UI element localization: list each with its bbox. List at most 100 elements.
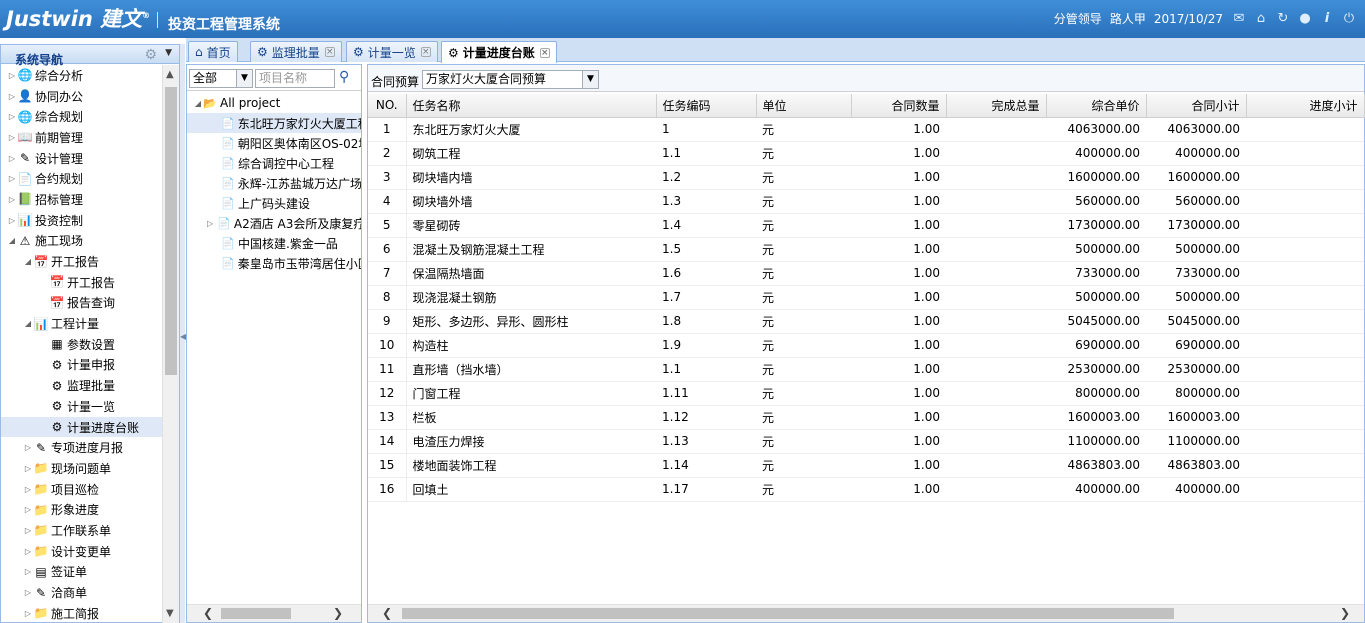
project-item[interactable]: 📄 中国核建.紫金一品 [187,233,361,253]
expand-icon[interactable]: ▷ [23,567,33,576]
project-item[interactable]: 📄 永辉-江苏盐城万达广场 [187,173,361,193]
project-item[interactable]: 📄 综合调控中心工程 [187,153,361,173]
close-icon[interactable]: × [539,47,550,58]
gear-icon[interactable]: ⚙ [144,47,157,63]
table-row[interactable]: 10 构造柱 1.9 元 1.00 690000.00 690000.00 [368,333,1364,358]
expand-icon[interactable]: ▷ [7,92,17,101]
table-row[interactable]: 1 东北旺万家灯火大厦 1 元 1.00 4063000.00 4063000.00 [368,117,1364,142]
sidebar-item-design[interactable]: ▷ ✎ 设计管理 [1,148,163,169]
table-row[interactable]: 9 矩形、多边形、异形、圆形柱 1.8 元 1.00 5045000.00 5045000.… [368,309,1364,334]
scrollbar-thumb[interactable] [221,608,291,619]
expand-icon[interactable]: ▷ [23,464,33,473]
budget-select[interactable]: 万家灯火大厦合同预算 ▼ [422,70,599,89]
table-row[interactable]: 5 零星砌砖 1.4 元 1.00 1730000.00 1730000.00 [368,213,1364,238]
sidebar-item-start-report-group[interactable]: ◢ 📅 开工报告 [1,251,163,272]
refresh-icon[interactable]: ↻ [1275,11,1291,27]
chevron-down-icon[interactable]: ▼ [165,48,172,58]
sidebar-item-comprehensive-analysis[interactable]: ▷ 🌐 综合分析 [1,65,163,86]
scrollbar-thumb[interactable] [402,608,1174,619]
sidebar-item-report-query[interactable]: 📅 报告查询 [1,293,163,314]
info-icon[interactable]: i [1319,11,1335,27]
expand-icon[interactable]: ▷ [23,443,33,452]
expand-icon[interactable]: ▷ [23,485,33,494]
expand-icon[interactable]: ▷ [7,174,17,183]
project-root[interactable]: ◢ 📂 All project [187,93,361,113]
column-header[interactable]: 合同小计 [1146,94,1247,118]
column-header[interactable]: 单位 [756,94,852,118]
project-item[interactable]: ▷ 📄A2酒店 A3会所及康复疗养 [187,213,361,233]
chevron-down-icon[interactable]: ▼ [582,71,598,88]
table-row[interactable]: 2 砌筑工程 1.1 元 1.00 400000.00 400000.00 [368,141,1364,166]
expand-icon[interactable]: ▷ [207,219,213,228]
chevron-left-icon[interactable]: ❮ [203,606,213,620]
ledger-hscrollbar[interactable]: ❮ ❯ [368,604,1364,622]
expand-icon[interactable]: ▷ [23,609,33,618]
sidebar-item-special-progress-report[interactable]: ▷ ✎ 专项进度月报 [1,437,163,458]
table-row[interactable]: 14 电渣压力焊接 1.13 元 1.00 1100000.00 1100000.00 [368,429,1364,454]
sidebar-item-inspection[interactable]: ▷ 📁 项目巡检 [1,479,163,500]
close-icon[interactable]: × [420,47,431,57]
sidebar-item-measure-overview[interactable]: ⚙ 计量一览 [1,396,163,417]
table-row[interactable]: 7 保温隔热墙面 1.6 元 1.00 733000.00 733000.00 [368,261,1364,286]
tab-measure-overview[interactable]: ⚙ 计量一览 × [346,41,438,62]
column-header[interactable]: 综合单价 [1046,94,1147,118]
sidebar-item-preliminary[interactable]: ▷ 📖 前期管理 [1,127,163,148]
column-header[interactable]: 进度小计 [1246,94,1365,118]
table-row[interactable]: 11 直形墙（挡水墙） 1.1 元 1.00 2530000.00 2530000.00 [368,357,1364,382]
column-header[interactable]: 任务编码 [656,94,757,118]
column-header[interactable]: 完成总量 [946,94,1047,118]
tab-home[interactable]: ⌂ 首页 [188,41,238,62]
sidebar-item-bidding[interactable]: ▷ 📗 招标管理 [1,189,163,210]
sidebar-item-start-report[interactable]: 📅 开工报告 [1,272,163,293]
sidebar-item-construction-brief[interactable]: ▷ 📁 施工简报 [1,603,163,623]
expand-icon[interactable]: ▷ [7,154,17,163]
project-item[interactable]: 📄 秦皇岛市玉带湾居住小区 [187,253,361,273]
expand-icon[interactable]: ▷ [23,547,33,556]
expand-icon[interactable]: ▷ [7,133,17,142]
chevron-right-icon[interactable]: ❯ [1340,606,1350,620]
table-row[interactable]: 16 回填土 1.17 元 1.00 400000.00 400000.00 [368,477,1364,502]
user-icon[interactable]: ● [1297,11,1313,27]
project-item[interactable]: 📄朝阳区奥体南区OS-02地块 [187,133,361,153]
table-row[interactable]: 8 现浇混凝土钢筋 1.7 元 1.00 500000.00 500000.00 [368,285,1364,310]
collapse-icon[interactable]: ◢ [193,99,203,108]
column-header[interactable]: NO. [368,94,407,118]
collapse-icon[interactable]: ◢ [7,236,17,245]
search-icon[interactable]: ⚲ [339,69,349,85]
chevron-down-icon[interactable]: ▼ [236,70,252,87]
sidebar-item-site-issues[interactable]: ▷ 📁 现场问题单 [1,458,163,479]
home-icon[interactable]: ⌂ [1253,11,1269,27]
message-icon[interactable]: ✉ [1231,11,1247,27]
expand-icon[interactable]: ▷ [7,112,17,121]
table-row[interactable]: 4 砌块墙外墙 1.3 元 1.00 560000.00 560000.00 [368,189,1364,214]
table-row[interactable]: 13 栏板 1.12 元 1.00 1600003.00 1600003.00 [368,405,1364,430]
sidebar-item-investment-control[interactable]: ▷ 📊 投资控制 [1,210,163,231]
scrollbar-thumb[interactable] [165,87,177,375]
sidebar-item-design-change[interactable]: ▷ 📁 设计变更单 [1,541,163,562]
collapse-icon[interactable]: ◢ [23,319,33,328]
power-icon[interactable]: ⏻ [1341,11,1357,27]
expand-icon[interactable]: ▷ [7,71,17,80]
expand-icon[interactable]: ▷ [23,588,33,597]
expand-icon[interactable]: ▷ [23,505,33,514]
expand-icon[interactable]: ▷ [7,216,17,225]
expand-icon[interactable]: ▷ [23,526,33,535]
project-search-input[interactable]: 项目名称 [255,69,335,88]
sidebar-scrollbar[interactable]: ▲ ▼ [162,65,179,623]
sidebar-item-planning[interactable]: ▷ 🌐 综合规划 [1,106,163,127]
sidebar-item-construction-site[interactable]: ◢ ⚠ 施工现场 [1,231,163,252]
column-header[interactable]: 任务名称 [406,94,657,118]
sidebar-item-supervision-batch[interactable]: ⚙ 监理批量 [1,375,163,396]
sidebar-item-collab-office[interactable]: ▷ 👤 协同办公 [1,86,163,107]
chevron-left-icon[interactable]: ❮ [382,606,392,620]
project-item[interactable]: 📄 东北旺万家灯火大厦工程 [187,113,361,133]
collapse-icon[interactable]: ◢ [23,257,33,266]
table-row[interactable]: 12 门窗工程 1.11 元 1.00 800000.00 800000.00 [368,381,1364,406]
column-header[interactable]: 合同数量 [851,94,947,118]
tab-supervision-batch[interactable]: ⚙ 监理批量 × [250,41,342,62]
sidebar-item-work-contact[interactable]: ▷ 📁 工作联系单 [1,520,163,541]
tab-measure-progress-ledger[interactable]: ⚙ 计量进度台账 × [441,41,557,63]
sidebar-item-negotiation[interactable]: ▷ ✎ 洽商单 [1,582,163,603]
table-row[interactable]: 3 砌块墙内墙 1.2 元 1.00 1600000.00 1600000.00 [368,165,1364,190]
chevron-up-icon[interactable]: ▲ [166,69,174,80]
